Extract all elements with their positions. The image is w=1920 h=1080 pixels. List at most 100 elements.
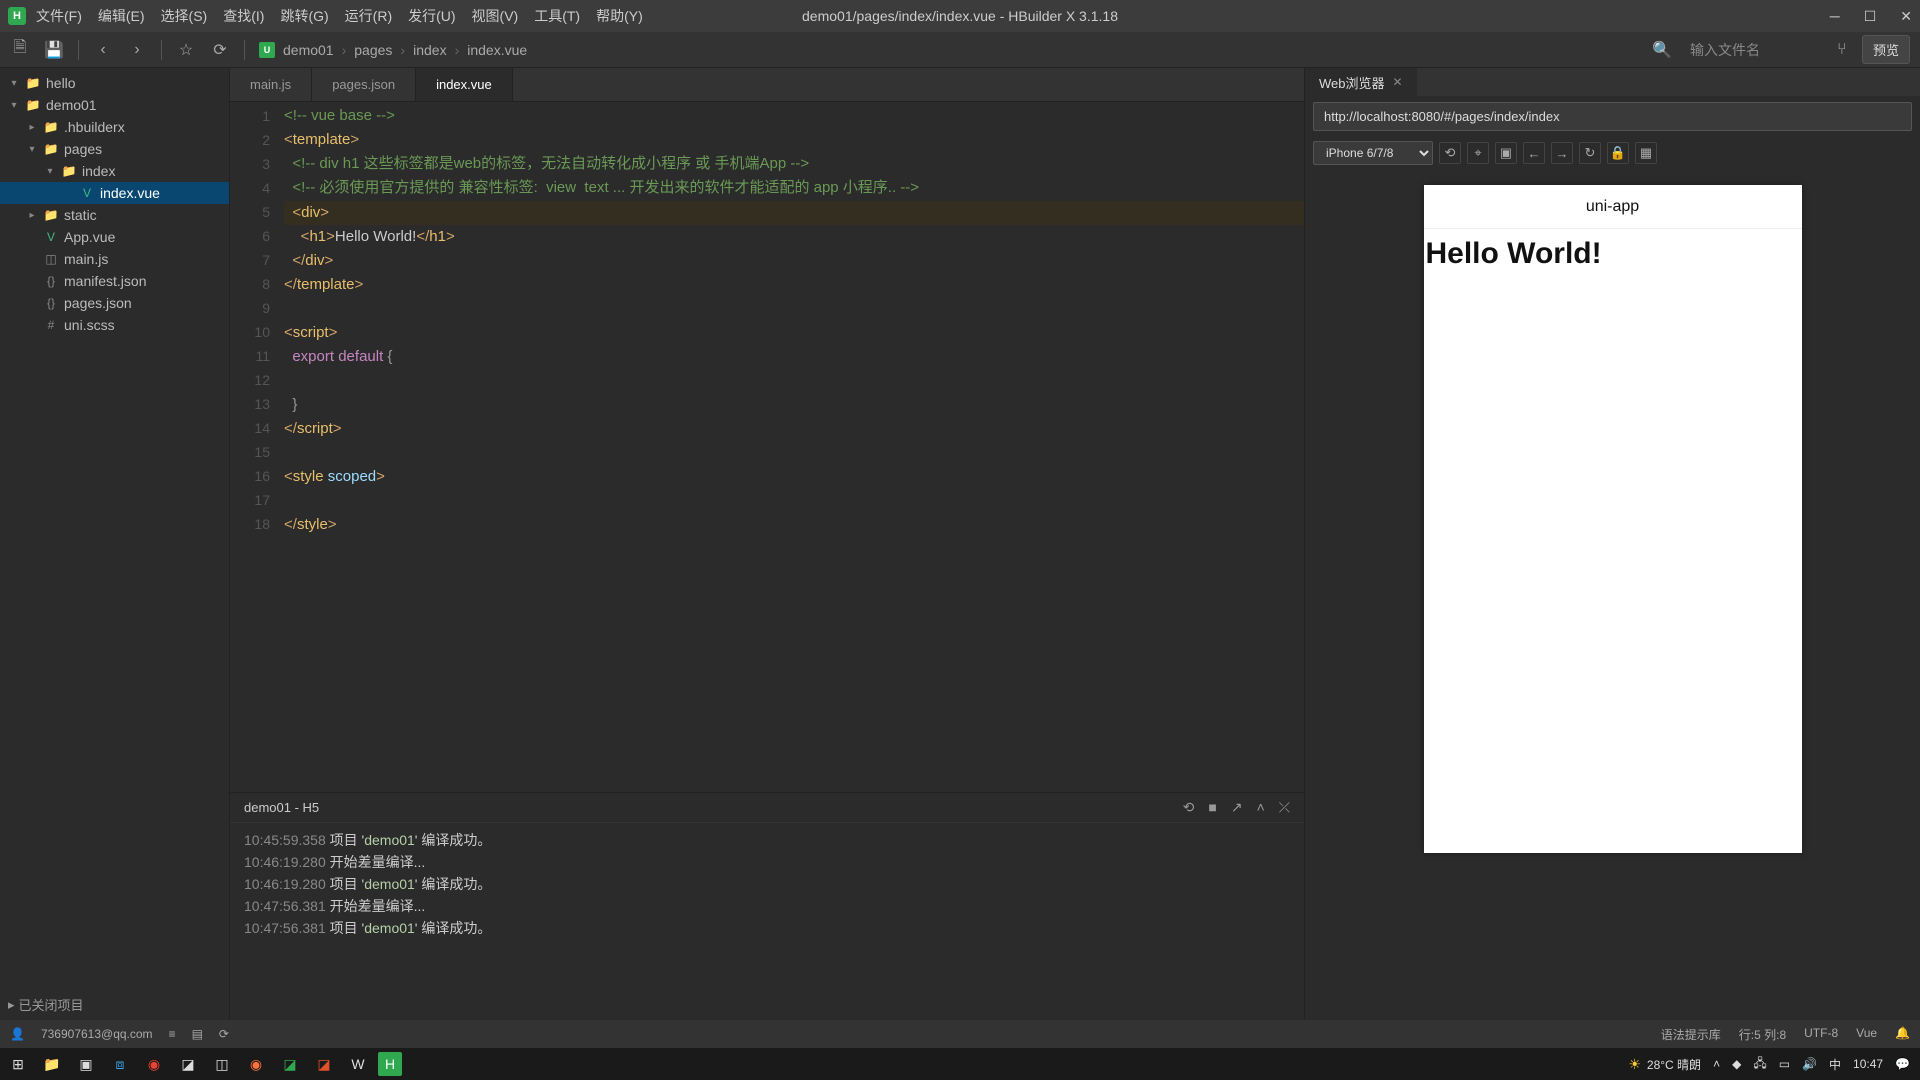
- app-icon[interactable]: ◪: [276, 1050, 304, 1078]
- user-icon[interactable]: 👤: [10, 1027, 25, 1041]
- tree-folder[interactable]: ▾📁hello: [0, 72, 229, 94]
- new-file-icon[interactable]: 🗎: [10, 40, 30, 60]
- menu-select[interactable]: 选择(S): [161, 6, 208, 26]
- hbuilder-icon[interactable]: H: [378, 1052, 402, 1076]
- closed-projects-toggle[interactable]: ▸ 已关闭项目: [0, 989, 229, 1020]
- window-minimize-icon[interactable]: ─: [1830, 8, 1840, 25]
- breadcrumb: U demo01 › pages › index › index.vue: [259, 42, 527, 58]
- battery-icon[interactable]: ▭: [1779, 1057, 1790, 1071]
- star-icon[interactable]: ☆: [176, 40, 196, 60]
- sync-icon[interactable]: ⟳: [219, 1027, 229, 1041]
- vscode-icon[interactable]: ⧈: [106, 1050, 134, 1078]
- devtools-icon[interactable]: ⌖: [1467, 142, 1489, 164]
- tree-folder[interactable]: ▾📁index: [0, 160, 229, 182]
- editor-tab[interactable]: main.js: [230, 68, 312, 101]
- console-open-icon[interactable]: ↗: [1231, 799, 1243, 816]
- tray-chevron-icon[interactable]: ˄: [1713, 1057, 1720, 1071]
- console-clear-icon[interactable]: ⤫: [1279, 799, 1290, 816]
- chevron-icon: ▾: [26, 144, 38, 155]
- browser-back-icon[interactable]: ←: [1523, 142, 1545, 164]
- app-icon[interactable]: ◫: [208, 1050, 236, 1078]
- chevron-icon: ▸: [26, 210, 38, 221]
- bell-icon[interactable]: 🔔: [1895, 1026, 1910, 1043]
- code-editor[interactable]: 123456789101112131415161718 <!-- vue bas…: [230, 102, 1304, 792]
- tree-file[interactable]: {}manifest.json: [0, 270, 229, 292]
- console-output[interactable]: 10:45:59.358 项目 'demo01' 编译成功。10:46:19.2…: [230, 823, 1304, 1020]
- menu-tools[interactable]: 工具(T): [534, 6, 580, 26]
- lock-icon[interactable]: 🔒: [1607, 142, 1629, 164]
- status-language[interactable]: Vue: [1856, 1026, 1877, 1043]
- breadcrumb-item[interactable]: index.vue: [467, 42, 527, 58]
- browser-forward-icon[interactable]: →: [1551, 142, 1573, 164]
- nav-forward-icon[interactable]: ›: [127, 40, 147, 60]
- menu-find[interactable]: 查找(I): [223, 6, 264, 26]
- tree-file[interactable]: {}pages.json: [0, 292, 229, 314]
- search-icon[interactable]: 🔍: [1652, 40, 1672, 60]
- editor-area: main.jspages.jsonindex.vue 1234567891011…: [230, 68, 1304, 1020]
- breadcrumb-item[interactable]: demo01: [283, 42, 334, 58]
- menu-edit[interactable]: 编辑(E): [98, 6, 145, 26]
- close-icon[interactable]: ✕: [1393, 75, 1403, 89]
- tray-icon[interactable]: ◆: [1732, 1057, 1741, 1071]
- menu-run[interactable]: 运行(R): [345, 6, 392, 26]
- explorer-icon[interactable]: 📁: [38, 1050, 66, 1078]
- console-restart-icon[interactable]: ⟲: [1183, 799, 1195, 816]
- file-search-input[interactable]: [1682, 38, 1822, 62]
- device-viewport[interactable]: uni-app Hello World!: [1424, 185, 1802, 853]
- notifications-icon[interactable]: 💬: [1895, 1057, 1910, 1071]
- console-stop-icon[interactable]: ■: [1208, 799, 1216, 816]
- window-maximize-icon[interactable]: ☐: [1864, 8, 1877, 25]
- network-icon[interactable]: 🖧: [1753, 1054, 1766, 1075]
- save-icon[interactable]: 💾: [44, 40, 64, 60]
- ime-indicator[interactable]: 中: [1829, 1056, 1841, 1073]
- tree-folder[interactable]: ▸📁static: [0, 204, 229, 226]
- status-encoding[interactable]: UTF-8: [1804, 1026, 1838, 1043]
- browser-url-input[interactable]: [1313, 102, 1912, 131]
- rotate-icon[interactable]: ⟲: [1439, 142, 1461, 164]
- clock[interactable]: 10:47: [1853, 1057, 1883, 1071]
- filter-icon[interactable]: ⑂: [1832, 40, 1852, 60]
- preview-button[interactable]: 预览: [1862, 35, 1910, 64]
- chevron-right-icon: ›: [342, 42, 347, 58]
- wps-icon[interactable]: W: [344, 1050, 372, 1078]
- firefox-icon[interactable]: ◉: [242, 1050, 270, 1078]
- tree-file[interactable]: VApp.vue: [0, 226, 229, 248]
- editor-tab[interactable]: pages.json: [312, 68, 416, 101]
- menu-view[interactable]: 视图(V): [472, 6, 519, 26]
- refresh-icon[interactable]: ⟳: [210, 40, 230, 60]
- menu-help[interactable]: 帮助(Y): [596, 6, 643, 26]
- qrcode-icon[interactable]: ▦: [1635, 142, 1657, 164]
- app-icon[interactable]: ◪: [174, 1050, 202, 1078]
- breadcrumb-item[interactable]: index: [413, 42, 446, 58]
- editor-tab[interactable]: index.vue: [416, 68, 513, 101]
- console-collapse-icon[interactable]: ˄: [1257, 799, 1265, 816]
- toolbar: 🗎 💾 ‹ › ☆ ⟳ U demo01 › pages › index › i…: [0, 32, 1920, 68]
- status-user[interactable]: 736907613@qq.com: [41, 1027, 153, 1041]
- weather-widget[interactable]: ☀28°C 晴朗: [1628, 1056, 1701, 1073]
- status-syntax[interactable]: 语法提示库: [1661, 1026, 1721, 1043]
- tree-folder[interactable]: ▸📁.hbuilderx: [0, 116, 229, 138]
- start-menu-icon[interactable]: ⊞: [4, 1050, 32, 1078]
- screenshot-icon[interactable]: ▣: [1495, 142, 1517, 164]
- browser-reload-icon[interactable]: ↻: [1579, 142, 1601, 164]
- terminal-app-icon[interactable]: ▣: [72, 1050, 100, 1078]
- list-icon[interactable]: ≡: [169, 1027, 176, 1041]
- code-content[interactable]: <!-- vue base --><template> <!-- div h1 …: [278, 102, 1304, 792]
- menu-file[interactable]: 文件(F): [36, 6, 82, 26]
- menu-publish[interactable]: 发行(U): [408, 6, 455, 26]
- chrome-icon[interactable]: ◉: [140, 1050, 168, 1078]
- terminal-icon[interactable]: ▤: [192, 1027, 203, 1041]
- tree-file[interactable]: #uni.scss: [0, 314, 229, 336]
- nav-back-icon[interactable]: ‹: [93, 40, 113, 60]
- tree-folder[interactable]: ▾📁demo01: [0, 94, 229, 116]
- device-select[interactable]: iPhone 6/7/8: [1313, 141, 1433, 165]
- volume-icon[interactable]: 🔊: [1802, 1057, 1817, 1071]
- browser-tab[interactable]: Web浏览器 ✕: [1305, 68, 1417, 96]
- app-icon[interactable]: ◪: [310, 1050, 338, 1078]
- tree-folder[interactable]: ▾📁pages: [0, 138, 229, 160]
- tree-file[interactable]: ◫main.js: [0, 248, 229, 270]
- window-close-icon[interactable]: ✕: [1900, 8, 1912, 25]
- menu-goto[interactable]: 跳转(G): [280, 6, 328, 26]
- tree-file[interactable]: Vindex.vue: [0, 182, 229, 204]
- breadcrumb-item[interactable]: pages: [354, 42, 392, 58]
